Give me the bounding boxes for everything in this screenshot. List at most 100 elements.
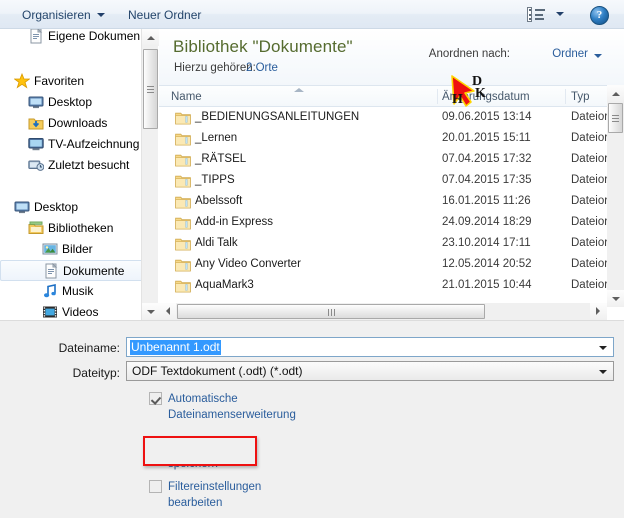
checkbox-label: Filtereinstellungen bearbeiten bbox=[168, 481, 262, 509]
table-row[interactable]: _Lernen 20.01.2015 15:11 Dateiordr bbox=[159, 129, 607, 150]
sidebar-item-tv-aufzeichnung[interactable]: TV-Aufzeichnung bbox=[0, 134, 141, 155]
column-header-type[interactable]: Typ bbox=[571, 89, 590, 105]
filetype-value: ODF Textdokument (.odt) (*.odt) bbox=[132, 364, 303, 378]
organize-label: Organisieren bbox=[22, 8, 91, 22]
sidebar-item-label: Eigene Dokumen bbox=[48, 29, 141, 43]
video-icon bbox=[42, 304, 58, 320]
sidebar-item-label: Videos bbox=[62, 305, 99, 319]
checkbox-checked-icon[interactable] bbox=[149, 392, 162, 405]
sidebar-item-dokumente[interactable]: Dokumente bbox=[0, 260, 141, 281]
cell-date: 12.05.2014 20:52 bbox=[442, 258, 532, 270]
column-header-name[interactable]: Name bbox=[171, 89, 202, 105]
cell-type: Dateiordr bbox=[571, 153, 607, 165]
chevron-down-icon bbox=[96, 12, 105, 17]
table-row[interactable]: Aldi Talk 23.10.2014 17:11 Dateiordr bbox=[159, 234, 607, 255]
monitor-icon bbox=[14, 199, 30, 215]
content-pane: Bibliothek "Dokumente" Hierzu gehören: 2… bbox=[159, 29, 624, 320]
monitor-icon bbox=[28, 94, 44, 110]
filetype-label: Dateityp: bbox=[72, 366, 120, 380]
filetype-dropdown-button[interactable] bbox=[592, 362, 612, 380]
cell-date: 24.09.2014 18:29 bbox=[442, 216, 532, 228]
nav-scrollbar[interactable] bbox=[141, 29, 159, 320]
sidebar-item-label: Favoriten bbox=[34, 74, 85, 88]
sidebar-item-videos[interactable]: Videos bbox=[0, 302, 141, 320]
sidebar-item-label: Zuletzt besucht bbox=[48, 158, 130, 172]
sidebar-item-label: Bilder bbox=[62, 242, 93, 256]
filelist-hscrollbar[interactable] bbox=[159, 303, 607, 320]
filelist-scroll-thumb[interactable] bbox=[608, 103, 623, 133]
table-row[interactable]: Abelssoft 16.01.2015 11:26 Dateiordr bbox=[159, 192, 607, 213]
sidebar-item-bilder[interactable]: Bilder bbox=[0, 239, 141, 260]
sidebar-item-eigene-dokumen[interactable]: Eigene Dokumen bbox=[0, 29, 141, 47]
cell-date: 07.04.2015 17:35 bbox=[442, 174, 532, 186]
scroll-up-icon[interactable] bbox=[607, 85, 624, 102]
sidebar-item-label: Musik bbox=[62, 284, 94, 298]
sidebar-item-desktop[interactable]: Desktop bbox=[0, 197, 141, 218]
cell-type: Dateiordr bbox=[571, 279, 607, 291]
sidebar-item-favoriten[interactable]: Favoriten bbox=[0, 71, 141, 92]
filetype-combobox[interactable]: ODF Textdokument (.odt) (*.odt) bbox=[126, 361, 614, 381]
library-locations-link[interactable]: 2 Orte bbox=[246, 62, 278, 74]
cell-type: Dateiordr bbox=[571, 258, 607, 270]
table-row[interactable]: Any Video Converter 12.05.2014 20:52 Datei… bbox=[159, 255, 607, 276]
cell-name: AquaMark3 bbox=[195, 279, 254, 291]
organize-button[interactable]: Organisieren bbox=[22, 6, 105, 24]
table-row[interactable]: Add-in Express 24.09.2014 18:29 Dateiordr bbox=[159, 213, 607, 234]
column-headers: Name Änderungsdatum Typ bbox=[159, 85, 607, 107]
filename-combobox[interactable]: Unbenannt 1.odt bbox=[126, 337, 614, 357]
sidebar-item-label: Dokumente bbox=[63, 264, 125, 278]
new-folder-button[interactable]: Neuer Ordner bbox=[128, 6, 201, 24]
filelist-vscrollbar[interactable] bbox=[607, 85, 624, 307]
sidebar-item-downloads[interactable]: Downloads bbox=[0, 113, 141, 134]
folder-icon bbox=[175, 216, 191, 230]
table-row[interactable]: _TIPPS 07.04.2015 17:35 Dateiordr bbox=[159, 171, 607, 192]
star-icon bbox=[13, 72, 31, 89]
sidebar-item-bibliotheken[interactable]: Bibliotheken bbox=[0, 218, 141, 239]
cell-type: Dateiordr bbox=[571, 216, 607, 228]
cell-type: Dateiordr bbox=[571, 237, 607, 249]
page-title: Bibliothek "Dokumente" bbox=[173, 37, 353, 56]
cell-name: Abelssoft bbox=[195, 195, 243, 207]
tv-icon bbox=[28, 136, 44, 152]
cell-type: Dateiordr bbox=[571, 174, 607, 186]
annotation-letter-k: K bbox=[475, 86, 486, 101]
sidebar-item-musik[interactable]: Musik bbox=[0, 281, 141, 302]
folder-icon bbox=[175, 174, 191, 188]
filename-input[interactable]: Unbenannt 1.odt bbox=[127, 338, 592, 356]
cell-name: Any Video Converter bbox=[195, 258, 301, 270]
cell-name: _RÄTSEL bbox=[195, 153, 247, 165]
table-row[interactable]: _RÄTSEL 07.04.2015 17:32 Dateiordr bbox=[159, 150, 607, 171]
save-as-dialog: Organisieren Neuer Ordner ? Eigene Dokum… bbox=[0, 0, 624, 518]
scroll-left-icon[interactable] bbox=[159, 303, 176, 320]
recent-icon bbox=[28, 157, 45, 173]
explorer-toolbar: Organisieren Neuer Ordner ? bbox=[0, 0, 624, 29]
library-subtitle-label: Hierzu gehören: bbox=[174, 62, 256, 74]
scroll-right-icon[interactable] bbox=[590, 303, 607, 320]
cell-name: Aldi Talk bbox=[195, 237, 238, 249]
view-chevron-down-icon[interactable] bbox=[556, 12, 564, 16]
table-row[interactable]: _BEDIENUNGSANLEITUNGEN 09.06.2015 13:14 Da… bbox=[159, 108, 607, 129]
scroll-down-icon[interactable] bbox=[142, 303, 159, 320]
sidebar-item-label: Downloads bbox=[48, 116, 108, 130]
list-view-icon[interactable] bbox=[527, 7, 545, 22]
sidebar-item-desktop[interactable]: Desktop bbox=[0, 92, 141, 113]
navigation-pane: Eigene Dokumen Favoriten Desktop Downloads T… bbox=[0, 29, 141, 320]
table-row[interactable]: AquaMark3 21.01.2015 10:44 Dateiordr bbox=[159, 276, 607, 297]
folder-icon bbox=[175, 111, 191, 125]
filelist-hscroll-thumb[interactable] bbox=[177, 304, 485, 319]
sidebar-item-zuletzt-besucht[interactable]: Zuletzt besucht bbox=[0, 155, 141, 176]
music-icon bbox=[42, 283, 58, 299]
scroll-down-icon[interactable] bbox=[607, 290, 624, 307]
cell-name: _BEDIENUNGSANLEITUNGEN bbox=[195, 111, 360, 123]
checkbox-unchecked-icon[interactable] bbox=[149, 480, 162, 493]
help-icon[interactable]: ? bbox=[590, 6, 609, 25]
cell-type: Dateiordr bbox=[571, 195, 607, 207]
arrange-chevron-down-icon[interactable] bbox=[594, 54, 602, 58]
filename-dropdown-button[interactable] bbox=[592, 338, 613, 356]
filename-value: Unbenannt 1.odt bbox=[130, 340, 221, 355]
sort-ascending-icon bbox=[294, 88, 304, 92]
scroll-up-icon[interactable] bbox=[142, 29, 159, 46]
nav-scroll-thumb[interactable] bbox=[143, 49, 158, 129]
arrange-by-value[interactable]: Ordner bbox=[552, 48, 588, 60]
cell-type: Dateiordr bbox=[571, 111, 607, 123]
